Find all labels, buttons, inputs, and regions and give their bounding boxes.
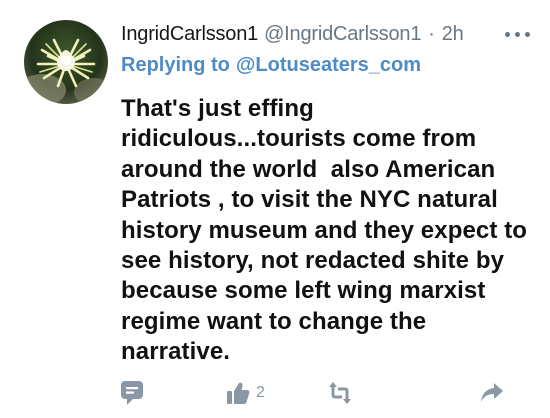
tweet-actions: 2 [0,372,550,412]
display-name[interactable]: IngridCarlsson1 [121,23,258,46]
tweet-body-line: because some left wing marxist [121,277,486,305]
share-button[interactable] [480,378,504,408]
tweet-body-line: see history, not redacted shite by [121,247,505,275]
retweet-button[interactable] [328,378,352,408]
tweet-body: That's just effing ridiculous...tourists… [121,94,531,368]
tweet-body-line: ridiculous...tourists come from [121,125,477,153]
tweet-body-line: history museum and they expect to [121,216,528,244]
like-button[interactable]: 2 [226,378,265,408]
tweet-body-line: regime want to change the [121,307,427,335]
like-count: 2 [256,384,265,401]
more-icon[interactable] [501,20,534,48]
replying-to-user-link[interactable]: @Lotuseaters_com [236,54,421,77]
comment-icon [121,381,143,405]
separator-dot: · [428,22,435,45]
user-handle[interactable]: @IngridCarlsson1 [264,23,421,46]
tweet-body-line: Patriots , to visit the NYC natural [121,186,498,214]
replying-to-label: Replying to [121,53,230,76]
timestamp[interactable]: 2h [442,23,464,46]
tweet: IngridCarlsson1 @IngridCarlsson1 · 2h Re… [0,0,550,418]
like-icon [227,382,250,404]
avatar-image [24,20,108,104]
tweet-body-line: narrative. [121,338,231,366]
avatar[interactable] [24,20,108,104]
tweet-header: IngridCarlsson1 @IngridCarlsson1 · 2h [121,20,534,48]
comment-button[interactable] [120,378,144,408]
tweet-body-line: around the world also American [121,155,496,183]
retweet-icon [329,382,351,404]
share-icon [481,383,503,402]
tweet-body-line: That's just effing [121,95,314,122]
replying-to: Replying to @Lotuseaters_com [121,50,421,80]
